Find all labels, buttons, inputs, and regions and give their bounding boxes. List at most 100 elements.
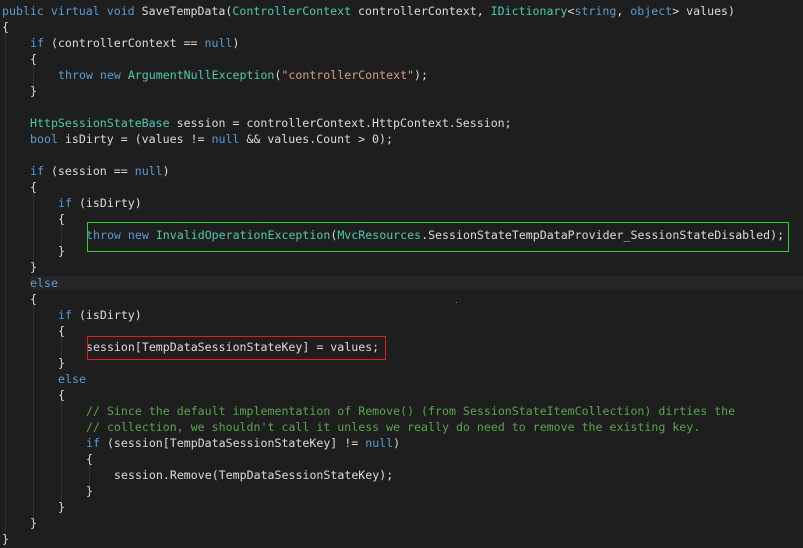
code-token: .SessionStateTempDataProvider_SessionSta…	[421, 228, 785, 242]
code-token: if	[58, 308, 72, 322]
code-line[interactable]: if (isDirty)	[58, 307, 142, 323]
indent-guide	[5, 33, 6, 531]
code-line[interactable]: {	[58, 323, 65, 339]
code-token: {	[58, 388, 65, 402]
code-token: controllerContext,	[351, 4, 491, 18]
code-line[interactable]: if (session == null)	[30, 163, 170, 179]
code-line[interactable]: }	[30, 259, 37, 275]
code-token: if	[58, 196, 72, 210]
code-token: (isDirty)	[71, 196, 142, 210]
code-line[interactable]: else	[30, 275, 58, 291]
code-token: IDictionary	[490, 4, 568, 18]
code-token: null	[134, 164, 163, 178]
code-token: ,	[616, 4, 631, 18]
code-token: {	[30, 52, 37, 66]
code-token: virtual	[50, 4, 100, 18]
code-token: void	[106, 4, 135, 18]
code-token: InvalidOperationException	[155, 228, 331, 242]
code-line[interactable]: }	[86, 483, 93, 499]
code-token: bool	[30, 132, 58, 146]
indent-guide	[61, 337, 62, 357]
code-line[interactable]: public virtual void SaveTempData(Control…	[2, 3, 735, 19]
code-token: {	[30, 180, 37, 194]
code-line[interactable]: }	[58, 499, 65, 515]
code-token: session[TempDataSessionStateKey] = value…	[86, 340, 380, 354]
code-line[interactable]: }	[30, 515, 37, 531]
code-line[interactable]: if (session[TempDataSessionStateKey] != …	[86, 435, 400, 451]
code-line[interactable]: {	[2, 19, 9, 35]
code-line[interactable]: }	[58, 243, 65, 259]
code-line[interactable]: session.Remove(TempDataSessionStateKey);	[114, 467, 393, 483]
code-token: // Since the default implementation of R…	[86, 404, 736, 418]
code-token: new	[127, 228, 149, 242]
code-token: public	[2, 4, 44, 18]
code-token: if	[30, 164, 44, 178]
code-line[interactable]: throw new InvalidOperationException(MvcR…	[86, 227, 784, 243]
code-token: else	[58, 372, 86, 386]
code-line[interactable]: {	[30, 51, 37, 67]
code-token: )	[162, 164, 170, 178]
code-token: > values)	[672, 4, 736, 18]
indent-guide	[33, 193, 34, 261]
code-token: }	[30, 260, 37, 274]
code-line[interactable]: {	[30, 179, 37, 195]
code-token: }	[30, 84, 37, 98]
code-token: session.Remove(TempDataSessionStateKey);	[114, 468, 394, 482]
code-token: HttpSessionStateBase	[30, 116, 170, 130]
code-line[interactable]: {	[30, 291, 37, 307]
code-token: {	[2, 20, 9, 34]
code-line[interactable]: {	[58, 211, 65, 227]
code-token: (controllerContext ==	[43, 36, 205, 50]
code-line[interactable]: else	[58, 371, 86, 387]
current-line-highlight	[30, 276, 803, 290]
code-token: string	[574, 4, 617, 18]
code-line[interactable]: }	[58, 355, 65, 371]
code-token: }	[30, 516, 37, 530]
code-line[interactable]: {	[58, 387, 65, 403]
code-token: (isDirty)	[71, 308, 142, 322]
code-token: isDirty = (values !=	[57, 132, 212, 146]
code-token: }	[2, 532, 9, 546]
code-token: }	[58, 244, 65, 258]
code-line[interactable]: }	[30, 83, 37, 99]
code-token: null	[211, 132, 240, 146]
code-token: MvcResources	[337, 228, 422, 242]
code-token: }	[86, 484, 93, 498]
code-line[interactable]: HttpSessionStateBase session = controlle…	[30, 115, 512, 131]
code-token: {	[30, 292, 37, 306]
code-line[interactable]: if (isDirty)	[58, 195, 142, 211]
code-line[interactable]: {	[86, 451, 93, 467]
code-token: else	[30, 276, 58, 290]
code-line[interactable]: // Since the default implementation of R…	[86, 403, 735, 419]
code-token: ArgumentNullException	[127, 68, 275, 82]
code-line[interactable]: }	[2, 531, 9, 547]
code-token: session = controllerContext.HttpContext.…	[169, 116, 512, 130]
stray-dot	[456, 302, 457, 303]
code-token: throw	[86, 228, 121, 242]
code-line[interactable]: session[TempDataSessionStateKey] = value…	[86, 339, 379, 355]
code-line[interactable]: if (controllerContext == null)	[30, 35, 239, 51]
indent-guide	[33, 305, 34, 517]
code-token: throw	[58, 68, 93, 82]
code-line[interactable]: throw new ArgumentNullException("control…	[58, 67, 428, 83]
indent-guide	[61, 401, 62, 501]
code-token: SaveTempData(	[134, 4, 233, 18]
indent-guide	[89, 465, 90, 485]
code-token: new	[99, 68, 121, 82]
code-token: (session ==	[43, 164, 135, 178]
code-token: }	[58, 356, 65, 370]
code-token: ControllerContext	[232, 4, 352, 18]
code-line[interactable]: // collection, we shouldn't call it unle…	[86, 419, 700, 435]
code-token: )	[232, 36, 240, 50]
code-token: )	[393, 436, 401, 450]
code-token: {	[86, 452, 93, 466]
code-token: if	[30, 36, 44, 50]
code-token: // collection, we shouldn't call it unle…	[86, 420, 701, 434]
code-token: if	[86, 436, 100, 450]
code-token: "controllerContext"	[281, 68, 415, 82]
code-editor[interactable]: public virtual void SaveTempData(Control…	[0, 0, 803, 548]
code-line[interactable]: bool isDirty = (values != null && values…	[30, 131, 393, 147]
